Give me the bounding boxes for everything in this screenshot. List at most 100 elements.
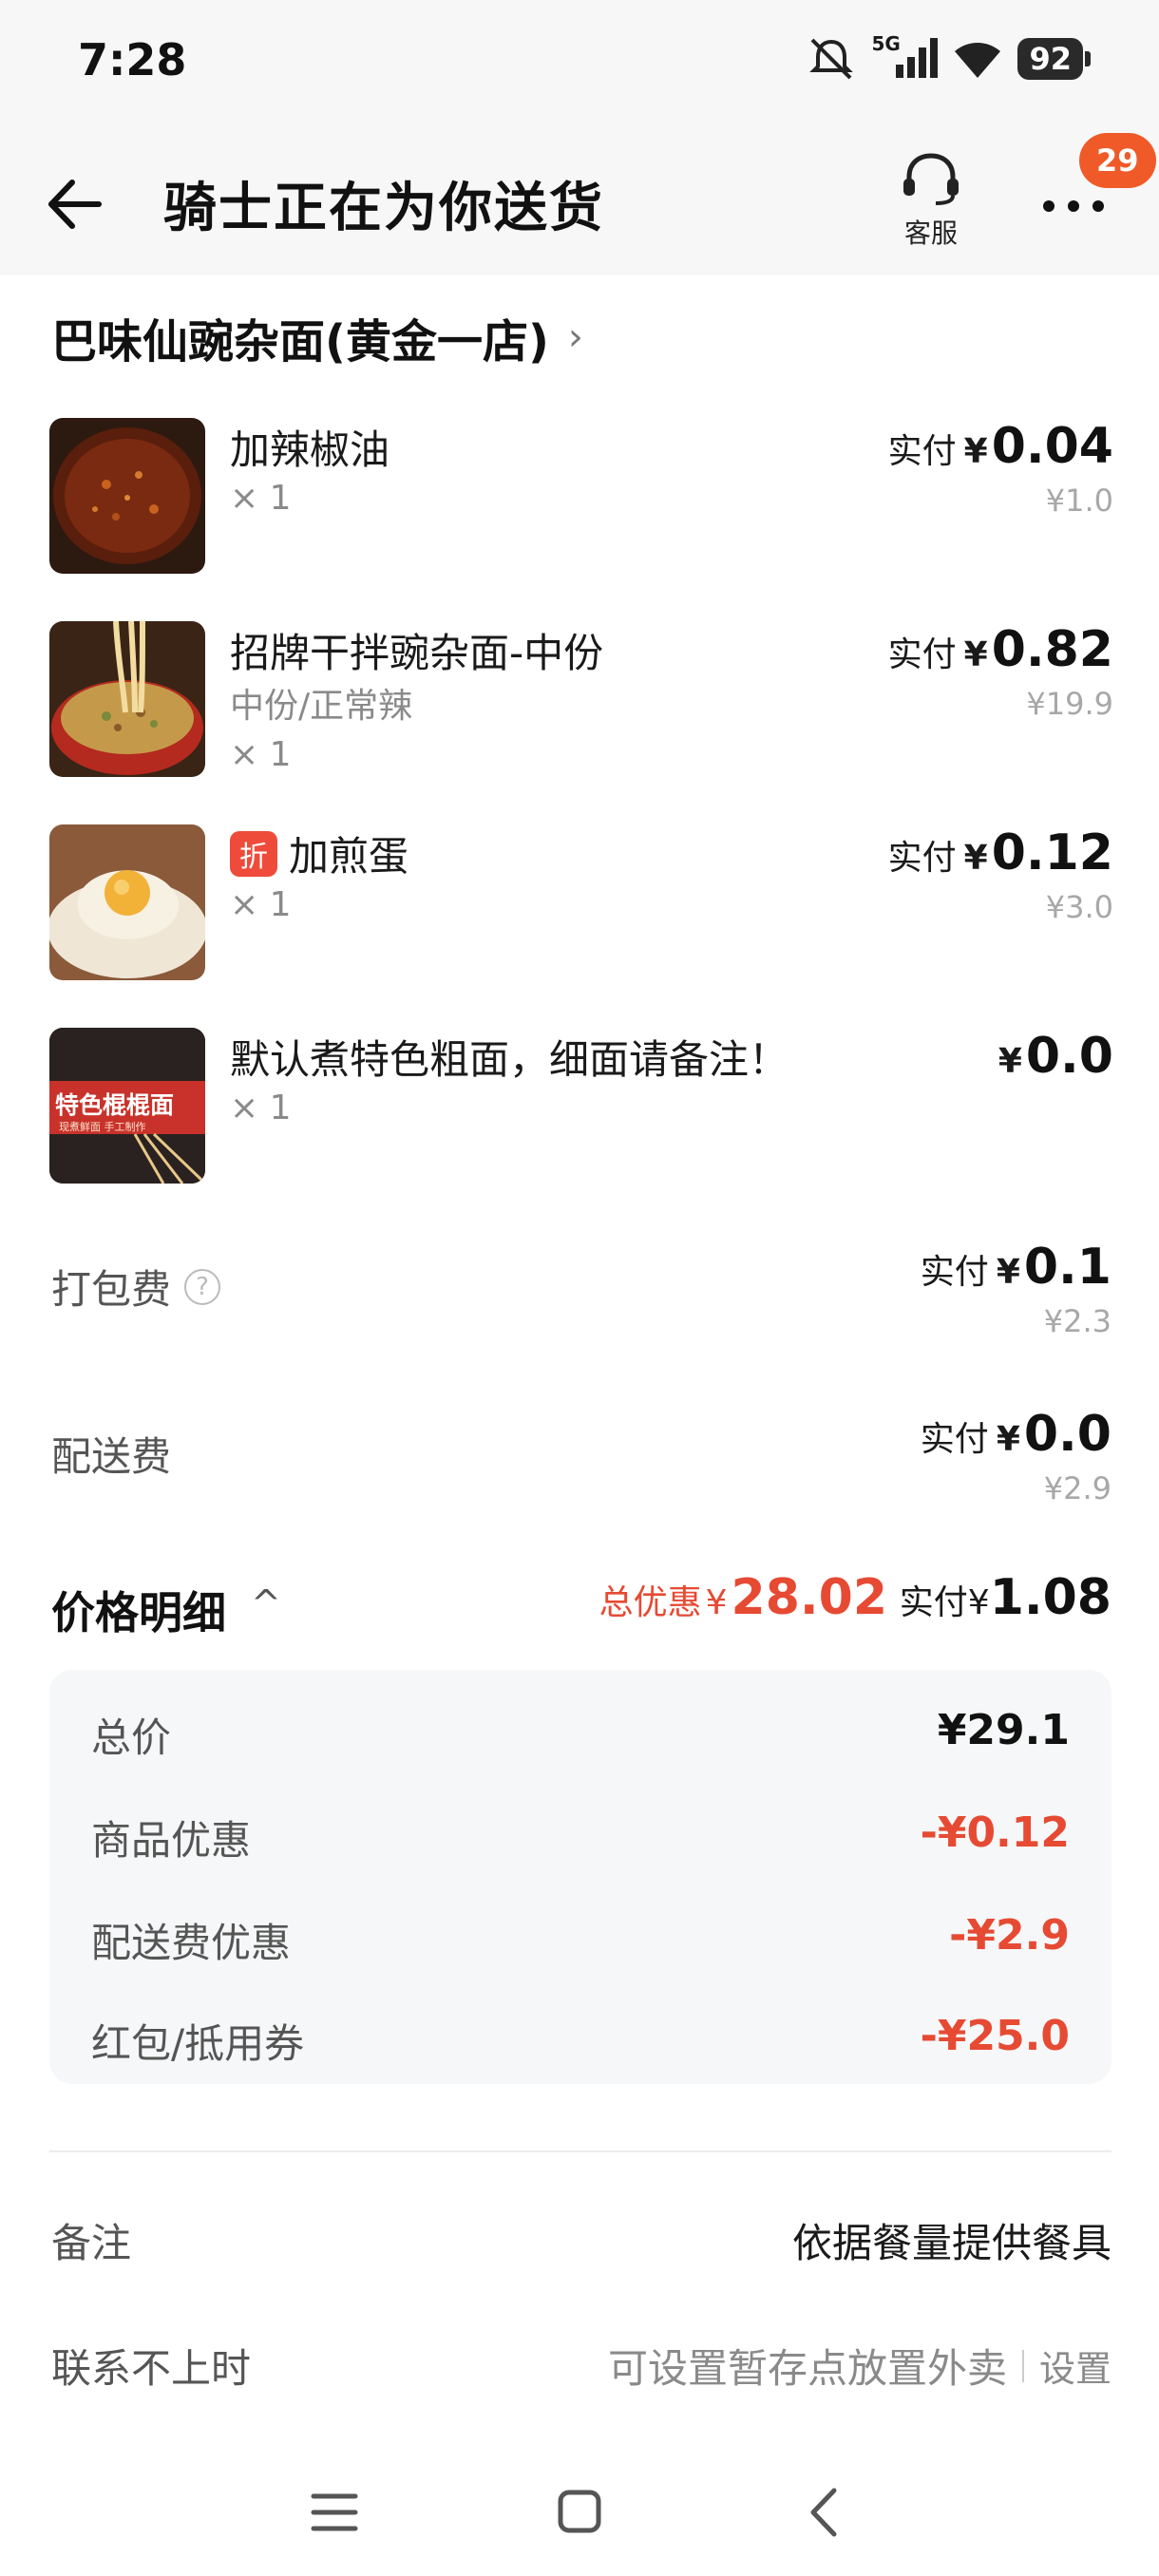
total-paid: 实付 ¥ 1.08 [900,1569,1112,1626]
system-back-button[interactable] [787,2479,863,2546]
original-price: ¥2.3 [1043,1303,1112,1339]
more-dots-icon [1043,200,1104,212]
breakdown-row-name: 配送费优惠 [91,1920,292,1966]
home-button[interactable] [542,2479,618,2546]
breakdown-row-value: -¥0.12 [920,1809,1070,1857]
breakdown-title: 价格明细 [51,1587,226,1638]
fee-price: 实付 ¥ 0.0 ¥2.9 [921,1406,1112,1506]
currency-symbol: ¥ [963,432,988,471]
paid-amount: 0.12 [991,824,1113,881]
item-price: 实付 ¥ 0.82 ¥19.9 [888,621,1113,722]
mute-icon [809,38,854,80]
status-icons: 5G 92 [807,32,1091,82]
item-thumbnail [49,824,205,980]
divider [49,2150,1112,2152]
paid-amount: 0.82 [991,621,1113,678]
headset-icon [903,153,959,205]
customer-service-label: 客服 [903,218,958,249]
back-button[interactable] [42,171,108,237]
system-nav-bar [0,2451,1159,2576]
breakdown-row-name: 商品优惠 [91,1817,252,1864]
message-badge: 29 [1079,133,1156,188]
currency-symbol: ¥ [998,1042,1022,1081]
contact-label: 联系不上时 [51,2345,252,2392]
total-discount-amount: 28.02 [731,1569,887,1626]
breakdown-row: 商品优惠 -¥0.12 [91,1801,1070,1867]
chevron-up-icon: ^ [251,1582,281,1624]
status-bar: 7:28 5G 92 [0,0,1159,123]
total-paid-amount: 1.08 [989,1569,1112,1626]
paid-label: 实付 [920,1420,989,1459]
breakdown-row-value: -¥25.0 [920,2012,1070,2060]
original-price: ¥2.9 [1043,1470,1112,1506]
paid-amount: 0.1 [1023,1239,1112,1296]
breakdown-row: 配送费优惠 -¥2.9 [91,1904,1070,1970]
item-name: 默认煮特色粗面，细面请备注！ [230,1036,789,1083]
price-breakdown-toggle[interactable]: 价格明细 ^ 总优惠 ¥ 28.02 实付 ¥ 1.08 [51,1569,1112,1645]
original-price: ¥1.0 [1045,483,1113,519]
order-detail: 巴味仙豌杂面(黄金一店) › 加辣椒油 × 1 实付 ¥ 0.04 ¥1.0 招… [0,275,1159,2451]
paid-label: 实付 [887,635,957,674]
battery-indicator: 92 [1017,38,1091,80]
thumb-banner-subtext: 现煮鲜面 手工制作 [59,1121,146,1133]
header: 骑士正在为你送货 客服 [0,123,1159,275]
item-name: 招牌干拌豌杂面-中份 [230,630,604,676]
remark-label: 备注 [51,2220,132,2266]
paid-amount: 0.04 [991,418,1113,475]
fee-label: 打包费 ? [51,1258,221,1316]
remark-value: 依据餐量提供餐具 [791,2220,1112,2266]
item-name: 加辣椒油 [230,426,390,473]
currency-symbol: ¥ [996,1420,1020,1459]
fee-price: 实付 ¥ 0.1 ¥2.3 [921,1239,1112,1339]
delivery-fee-row: 配送费 实付 ¥ 0.0 ¥2.9 [51,1406,1112,1529]
remark-row: 备注 依据餐量提供餐具 [51,2202,1112,2278]
network-type: 5G [871,32,901,55]
item-thumbnail [49,418,205,574]
item-quantity: × 1 [230,1089,292,1127]
item-price: ¥ 0.0 [998,1028,1113,1085]
fee-label: 配送费 [51,1433,172,1480]
breakdown-row-name: 总价 [91,1714,172,1761]
menu-button[interactable] [296,2479,372,2546]
order-item[interactable]: 折 加煎蛋 × 1 实付 ¥ 0.12 ¥3.0 [49,824,1113,986]
item-spec: 中份/正常辣 [230,687,413,726]
total-discount-label: 总优惠 [598,1583,702,1622]
back-arrow-icon [48,180,102,229]
signal-icon: 5G [871,32,939,82]
contact-text: 可设置暂存点放置外卖 [607,2345,1007,2392]
paid-label: 实付 [920,1253,989,1292]
currency-symbol: ¥ [705,1583,728,1622]
order-item[interactable]: 加辣椒油 × 1 实付 ¥ 0.04 ¥1.0 [49,418,1113,579]
paid-label: 实付 [899,1583,968,1622]
paid-label: 实付 [887,839,957,878]
contact-set-button[interactable]: 设置 [1039,2339,1112,2392]
original-price: ¥3.0 [1045,889,1113,925]
order-item[interactable]: 招牌干拌豌杂面-中份 中份/正常辣 × 1 实付 ¥ 0.82 ¥19.9 [49,621,1113,783]
shop-link[interactable]: 巴味仙豌杂面(黄金一店) › [51,304,583,370]
order-item[interactable]: 特色棍棍面 现煮鲜面 手工制作 默认煮特色粗面，细面请备注！ × 1 ¥ 0.0 [49,1028,1113,1189]
total-discount: 总优惠 ¥ 28.02 [599,1569,887,1626]
help-icon[interactable]: ? [184,1268,221,1305]
paid-label: 实付 [887,432,957,471]
item-quantity: × 1 [230,735,292,774]
breakdown-row-name: 红包/抵用券 [91,2020,305,2067]
currency-symbol: ¥ [967,1583,990,1622]
customer-service-button[interactable]: 客服 [893,150,969,255]
chevron-right-icon: › [567,315,583,359]
item-name: 折 加煎蛋 [230,824,408,882]
home-square-icon [558,2490,601,2533]
contact-row: 联系不上时 可设置暂存点放置外卖 设置 [51,2327,1112,2403]
currency-symbol: ¥ [963,635,988,674]
page-title: 骑士正在为你送货 [163,178,604,239]
original-price: ¥19.9 [1026,686,1113,722]
paid-amount: 0.0 [1025,1028,1113,1085]
contact-value: 可设置暂存点放置外卖 设置 [608,2337,1112,2395]
back-triangle-icon [810,2488,837,2537]
more-button[interactable] [1036,182,1112,230]
breakdown-row-value: -¥2.9 [949,1911,1070,1960]
item-price: 实付 ¥ 0.12 ¥3.0 [888,824,1113,925]
breakdown-row: 红包/抵用券 -¥25.0 [91,2004,1070,2071]
item-price: 实付 ¥ 0.04 ¥1.0 [888,418,1113,519]
thumb-banner-text: 特色棍棍面 [55,1091,175,1119]
shop-name: 巴味仙豌杂面(黄金一店) [51,315,549,369]
